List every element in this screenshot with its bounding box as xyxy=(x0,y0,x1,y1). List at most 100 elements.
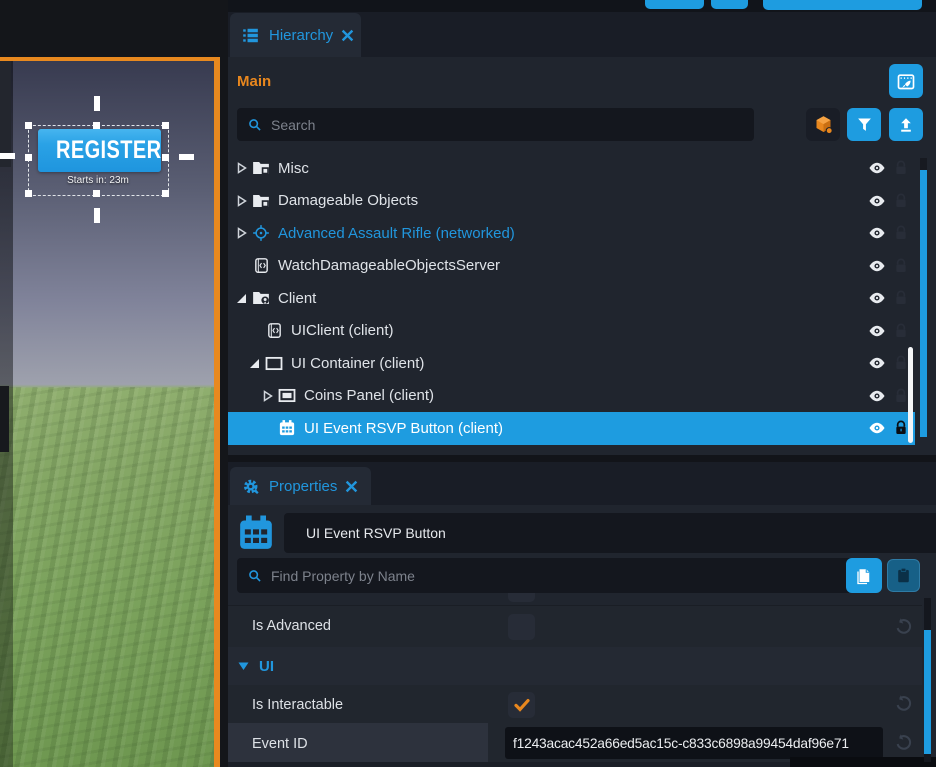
tree-item-label[interactable]: WatchDamageableObjectsServer xyxy=(278,257,500,274)
viewport-border-top xyxy=(0,57,220,61)
tree-row-damageable-objects[interactable]: Damageable Objects xyxy=(228,185,936,218)
calendar-icon xyxy=(277,419,297,437)
tree-row-misc[interactable]: Misc xyxy=(228,152,936,185)
tree-row-ui-event-rsvp-button[interactable]: UI Event RSVP Button (client) xyxy=(228,412,915,445)
tree-item-label[interactable]: Coins Panel (client) xyxy=(304,387,434,404)
lock-icon[interactable] xyxy=(894,225,908,241)
tree-row-ui-container[interactable]: UI Container (client) xyxy=(228,347,936,380)
toolbar-button-fragment-1[interactable] xyxy=(645,0,704,9)
tree-row-client[interactable]: Client xyxy=(228,282,936,315)
tree-row-advanced-assault-rifle[interactable]: Advanced Assault Rifle (networked) xyxy=(228,217,936,250)
hierarchy-search-input[interactable] xyxy=(271,117,744,133)
tree-inner-scrollbar[interactable] xyxy=(908,347,913,443)
event-calendar-button[interactable] xyxy=(889,64,923,98)
scene-name[interactable]: Main xyxy=(237,73,271,90)
tree-row-uiclient[interactable]: UIClient (client) xyxy=(228,315,936,348)
toolbar-button-fragment-2[interactable] xyxy=(711,0,748,9)
lock-icon[interactable] xyxy=(894,388,908,404)
hierarchy-search xyxy=(237,108,754,141)
expand-expanded-icon[interactable] xyxy=(234,293,249,304)
tree-item-label[interactable]: Misc xyxy=(278,160,309,177)
expand-collapsed-icon[interactable] xyxy=(234,227,249,239)
eye-icon[interactable] xyxy=(868,355,886,371)
event-id-field[interactable] xyxy=(505,727,883,759)
handle-br[interactable] xyxy=(162,190,169,197)
panel-gap xyxy=(228,455,936,462)
object-type-calendar-icon xyxy=(236,512,276,554)
eye-icon[interactable] xyxy=(868,258,886,274)
search-icon xyxy=(247,568,263,584)
handle-mr[interactable] xyxy=(162,154,169,161)
properties-scrollbar-thumb[interactable] xyxy=(924,630,931,754)
lock-icon[interactable] xyxy=(894,355,908,371)
reset-icon[interactable] xyxy=(894,617,913,636)
container-icon xyxy=(264,356,284,371)
handle-tc[interactable] xyxy=(93,122,100,129)
is-advanced-checkbox[interactable] xyxy=(508,614,535,640)
hierarchy-tree: Misc Damageable Objects Advanced Assault… xyxy=(228,152,936,445)
reset-icon[interactable] xyxy=(894,694,913,713)
script-icon xyxy=(264,322,284,339)
expand-collapsed-icon[interactable] xyxy=(234,195,249,207)
close-icon[interactable] xyxy=(345,480,358,493)
expand-expanded-icon[interactable] xyxy=(247,358,262,369)
anchor-tick-top xyxy=(94,96,100,111)
handle-tl[interactable] xyxy=(25,122,32,129)
lock-icon[interactable] xyxy=(894,420,908,436)
handle-tr[interactable] xyxy=(162,122,169,129)
filter-icon xyxy=(856,116,873,133)
tree-row-coins-panel[interactable]: Coins Panel (client) xyxy=(228,380,936,413)
lock-icon[interactable] xyxy=(894,323,908,339)
is-interactable-checkbox[interactable] xyxy=(508,692,535,718)
expand-collapsed-icon[interactable] xyxy=(260,390,275,402)
section-header-ui[interactable]: UI xyxy=(228,647,922,685)
lock-icon[interactable] xyxy=(894,258,908,274)
eye-icon[interactable] xyxy=(868,225,886,241)
register-button[interactable]: REGISTER xyxy=(38,129,161,172)
object-name-field[interactable] xyxy=(284,513,936,553)
eye-icon[interactable] xyxy=(868,193,886,209)
reset-icon[interactable] xyxy=(894,733,913,752)
upload-icon xyxy=(897,116,915,134)
countdown-text: Starts in: 23m xyxy=(48,175,148,186)
lock-icon[interactable] xyxy=(894,160,908,176)
expand-collapsed-icon[interactable] xyxy=(234,162,249,174)
asset-cube-button[interactable] xyxy=(806,108,840,141)
tree-item-label[interactable]: Advanced Assault Rifle (networked) xyxy=(278,225,515,242)
eye-icon[interactable] xyxy=(868,323,886,339)
tree-item-label[interactable]: UI Container (client) xyxy=(291,355,424,372)
hierarchy-scrollbar-track[interactable] xyxy=(920,158,927,170)
handle-bl[interactable] xyxy=(25,190,32,197)
hierarchy-scrollbar-thumb[interactable] xyxy=(920,170,927,437)
handle-bc[interactable] xyxy=(93,190,100,197)
eye-icon[interactable] xyxy=(868,420,886,436)
tree-item-label[interactable]: UIClient (client) xyxy=(291,322,394,339)
find-property-input[interactable] xyxy=(271,568,849,584)
tree-row-watchdamageableobjectsserver[interactable]: WatchDamageableObjectsServer xyxy=(228,250,936,283)
tree-item-label[interactable]: Client xyxy=(278,290,316,307)
tab-properties-label: Properties xyxy=(269,478,337,495)
tree-item-label[interactable]: UI Event RSVP Button (client) xyxy=(304,420,503,437)
calendar-rocket-icon xyxy=(896,71,916,91)
copy-properties-button[interactable] xyxy=(846,558,882,593)
tab-properties[interactable]: Properties xyxy=(230,467,371,505)
publish-upload-button[interactable] xyxy=(889,108,923,141)
lock-icon[interactable] xyxy=(894,290,908,306)
handle-ml[interactable] xyxy=(25,154,32,161)
search-icon xyxy=(247,117,263,133)
game-viewport[interactable]: REGISTER Starts in: 23m xyxy=(0,57,220,767)
eye-icon[interactable] xyxy=(868,290,886,306)
scene-render[interactable]: REGISTER Starts in: 23m xyxy=(0,61,214,767)
tree-item-label[interactable]: Damageable Objects xyxy=(278,192,418,209)
close-icon[interactable] xyxy=(341,29,354,42)
grass-terrain xyxy=(0,387,214,767)
eye-icon[interactable] xyxy=(868,388,886,404)
paste-properties-button[interactable] xyxy=(887,559,920,592)
filter-button[interactable] xyxy=(847,108,881,141)
lock-icon[interactable] xyxy=(894,193,908,209)
toolbar-button-fragment-3[interactable] xyxy=(763,0,922,10)
hierarchy-icon xyxy=(242,26,261,45)
eye-icon[interactable] xyxy=(868,160,886,176)
cube-icon xyxy=(813,114,834,135)
tab-hierarchy[interactable]: Hierarchy xyxy=(230,13,361,57)
